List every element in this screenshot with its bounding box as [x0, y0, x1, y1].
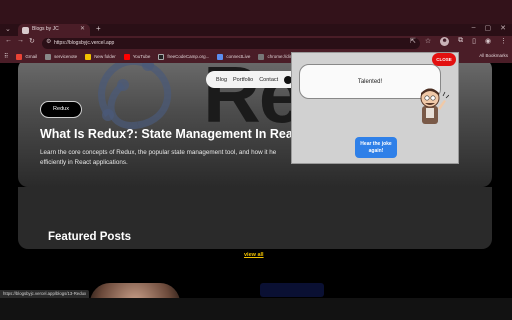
globe-icon: [258, 53, 265, 60]
bookmark-gmail[interactable]: Gmail: [16, 53, 37, 60]
toolbar-icons: ⇱ ☆ ☻ ⧉ ▯ ◉ ⋮: [410, 37, 507, 46]
nav-portfolio[interactable]: Portfolio: [233, 77, 253, 83]
maximize-icon[interactable]: ▢: [485, 24, 492, 32]
all-bookmarks[interactable]: All Bookmarks: [479, 53, 508, 58]
bookmark-new-folder[interactable]: New folder: [85, 53, 116, 60]
bookmark-star-icon[interactable]: ☆: [425, 37, 431, 46]
os-taskbar: [0, 298, 512, 320]
sidebar-icon[interactable]: ▯: [472, 37, 476, 46]
menu-icon[interactable]: ⋮: [500, 37, 507, 46]
bookmark-connectlive[interactable]: connectLive: [217, 53, 250, 60]
profile-avatar-icon[interactable]: ◉: [485, 37, 491, 46]
nav-blog[interactable]: Blog: [216, 77, 227, 83]
site-navbar: Blog Portfolio Contact: [206, 71, 301, 88]
close-button[interactable]: CLOSE: [432, 53, 456, 66]
youtube-icon: [123, 53, 130, 60]
url-text[interactable]: https://blogsbyjc.vercel.app: [54, 40, 114, 46]
tab-title[interactable]: Blogs by JC: [32, 26, 59, 32]
reload-icon[interactable]: ↻: [29, 37, 35, 45]
share-icon[interactable]: ⇱: [410, 37, 416, 46]
hear-joke-again-button[interactable]: Hear the joke again!: [355, 137, 397, 158]
bookmark-freecodecamp[interactable]: freeCodeCamp.org...: [158, 53, 209, 60]
favicon-icon: [22, 27, 29, 34]
post-title[interactable]: What Is Redux?: State Management In Reac…: [40, 127, 304, 141]
servicenote-icon: [45, 53, 52, 60]
window-controls: – ▢ ✕: [472, 24, 506, 32]
status-bar-url: https://blogsbyjc.vercel.app/blogs/13-Re…: [0, 290, 90, 298]
category-badge[interactable]: Redux: [40, 101, 82, 118]
folder-icon: [85, 53, 92, 60]
extensions-icon[interactable]: ⧉: [458, 37, 463, 46]
new-tab-icon[interactable]: +: [96, 24, 101, 33]
featured-heading: Featured Posts: [48, 231, 132, 243]
back-icon[interactable]: ←: [5, 37, 12, 44]
post-description: Learn the core concepts of Redux, the po…: [40, 149, 277, 166]
nav-contact[interactable]: Contact: [259, 77, 278, 83]
freecodecamp-icon: [158, 53, 165, 60]
extension-active-icon[interactable]: ☻: [440, 37, 450, 46]
bookmark-servicenote[interactable]: servicenote: [45, 53, 77, 60]
tab-search-icon[interactable]: ⌄: [5, 25, 11, 33]
minimize-icon[interactable]: –: [472, 24, 476, 32]
post-card-image[interactable]: [260, 283, 324, 297]
github-icon: [217, 53, 224, 60]
post-card-image[interactable]: [90, 283, 180, 298]
tab-close-icon[interactable]: ✕: [80, 25, 85, 32]
view-all-link[interactable]: view all: [244, 252, 264, 258]
apps-grid-icon[interactable]: ⠿: [4, 53, 8, 60]
window-close-icon[interactable]: ✕: [500, 24, 506, 32]
browser-window: ⌄ Blogs by JC ✕ + – ▢ ✕ ← → ↻ ⚙ https://…: [0, 0, 512, 320]
site-info-icon[interactable]: ⚙: [46, 38, 51, 45]
redux-logo-icon: [98, 63, 172, 129]
forward-icon[interactable]: →: [17, 37, 24, 44]
bookmark-youtube[interactable]: YouTube: [123, 53, 150, 60]
gmail-icon: [16, 53, 23, 60]
cartoon-character-icon: [420, 88, 449, 124]
